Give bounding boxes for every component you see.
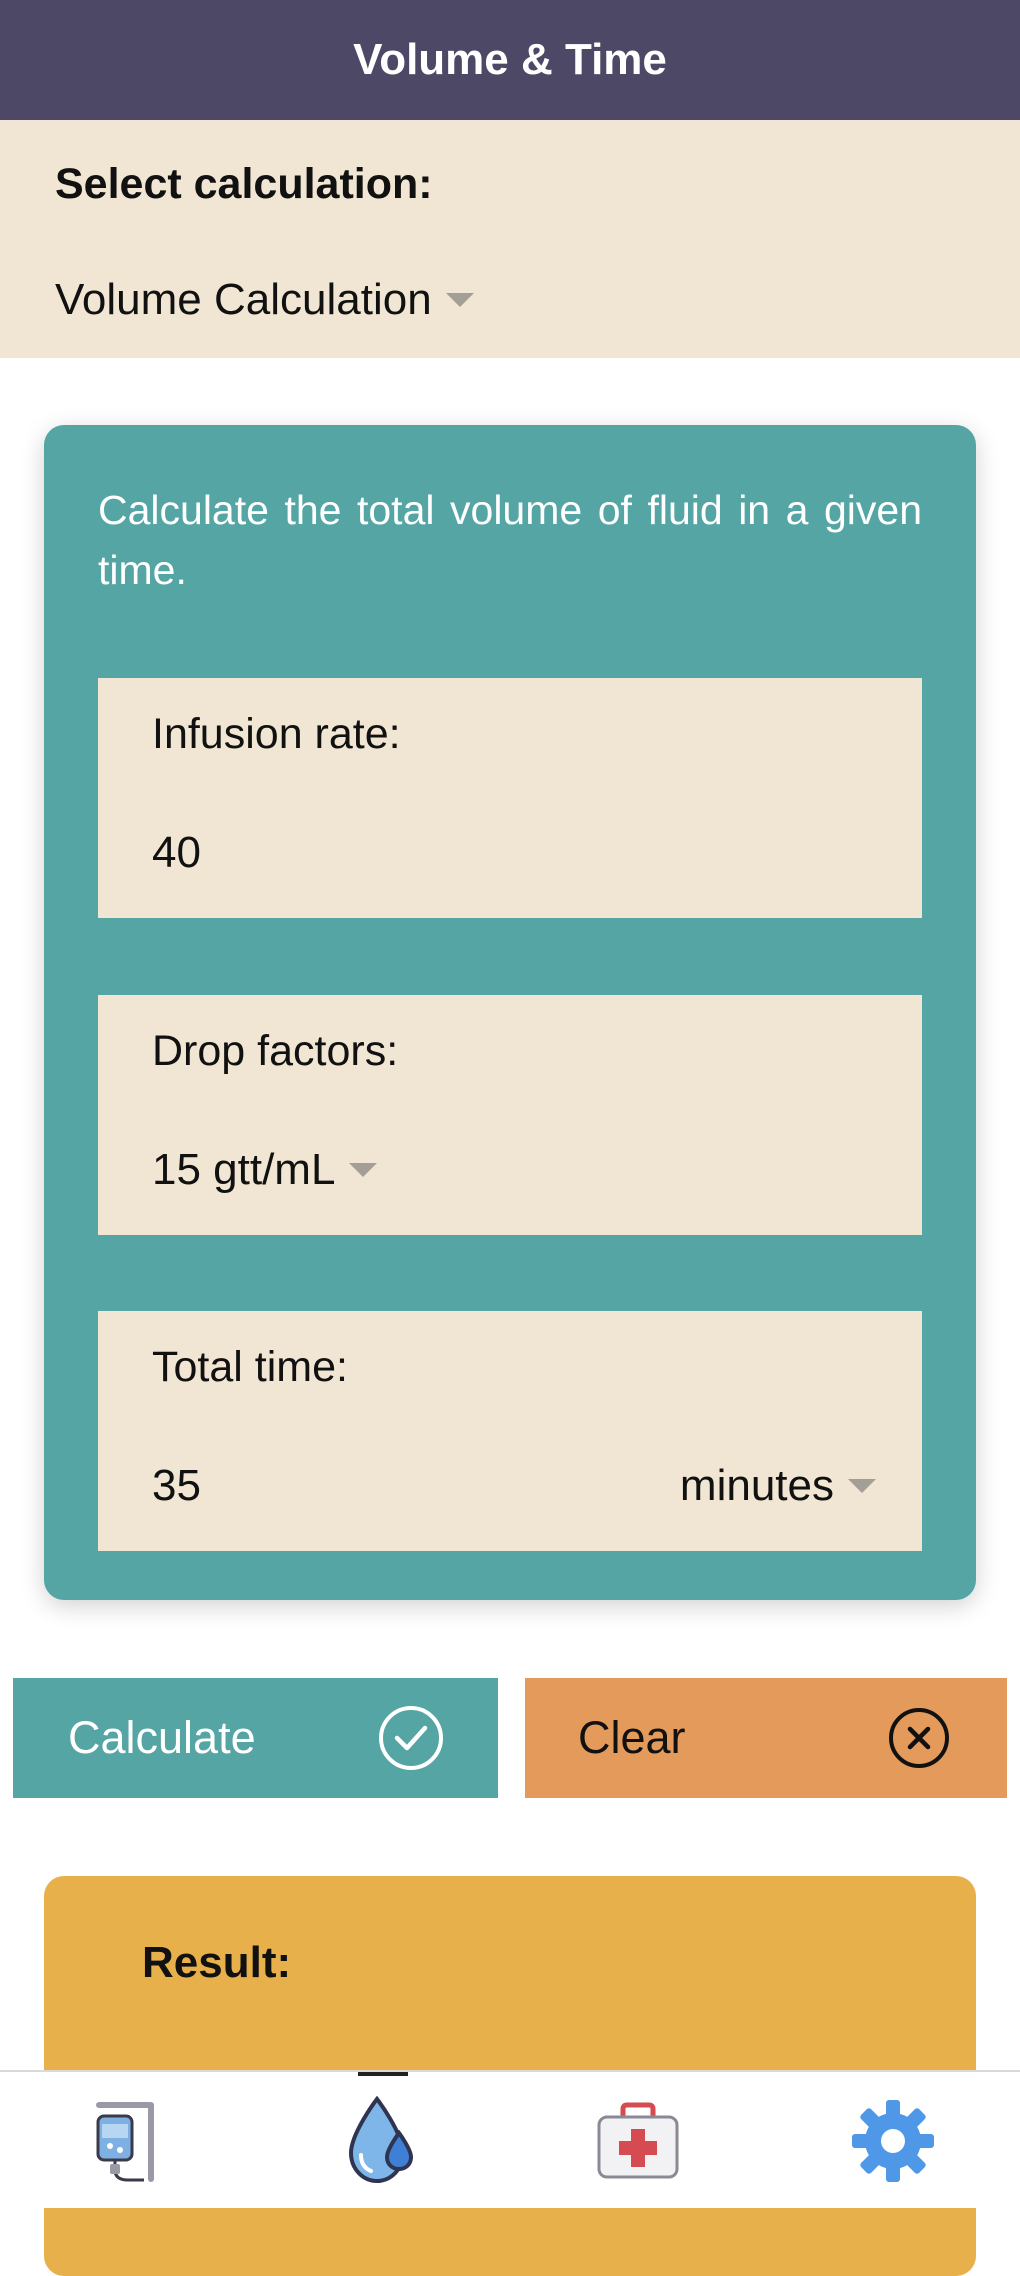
chevron-down-icon xyxy=(848,1479,876,1493)
app-header: Volume & Time xyxy=(0,0,1020,120)
clear-button[interactable]: Clear xyxy=(525,1678,1007,1798)
first-aid-kit-icon xyxy=(597,2102,678,2179)
drop-factors-field[interactable]: Drop factors: 15 gtt/mL xyxy=(98,995,922,1235)
page-title: Volume & Time xyxy=(353,35,667,84)
calculate-button[interactable]: Calculate xyxy=(13,1678,498,1798)
total-time-label: Total time: xyxy=(152,1343,348,1391)
nav-tab-first-aid[interactable] xyxy=(510,2072,765,2210)
calculation-selector-panel: Select calculation: Volume Calculation xyxy=(0,120,1020,358)
calculate-button-label: Calculate xyxy=(68,1712,256,1763)
nav-tab-iv-drip[interactable] xyxy=(0,2072,255,2210)
result-label: Result: xyxy=(142,1938,292,1987)
time-unit-value: minutes xyxy=(679,1461,834,1510)
water-drops-icon xyxy=(348,2095,413,2184)
chevron-down-icon xyxy=(349,1163,378,1177)
chevron-down-icon xyxy=(445,293,474,307)
bottom-navigation xyxy=(0,2070,1020,2208)
infusion-rate-input[interactable]: 40 xyxy=(152,828,201,878)
close-circle-icon xyxy=(889,1708,949,1768)
time-unit-dropdown[interactable]: minutes xyxy=(680,1461,876,1511)
calculation-description: Calculate the total volume of fluid in a… xyxy=(98,487,922,593)
nav-tab-volume[interactable] xyxy=(255,2072,510,2210)
infusion-rate-field[interactable]: Infusion rate: 40 xyxy=(98,678,922,918)
calculation-type-value: Volume Calculation xyxy=(55,275,432,324)
clear-button-label: Clear xyxy=(578,1712,686,1763)
iv-drip-icon xyxy=(95,2102,154,2182)
active-tab-indicator xyxy=(358,2072,408,2076)
drop-factors-value: 15 gtt/mL xyxy=(152,1145,336,1194)
drop-factors-label: Drop factors: xyxy=(152,1027,399,1075)
calculation-card: Calculate the total volume of fluid in a… xyxy=(44,425,976,1600)
check-circle-icon xyxy=(379,1706,443,1770)
select-calculation-label: Select calculation: xyxy=(55,160,433,208)
total-time-field[interactable]: Total time: 35 minutes xyxy=(98,1311,922,1551)
nav-tab-settings[interactable] xyxy=(765,2072,1020,2210)
total-time-input[interactable]: 35 xyxy=(152,1461,201,1511)
infusion-rate-label: Infusion rate: xyxy=(152,710,401,758)
drop-factors-dropdown[interactable]: 15 gtt/mL xyxy=(152,1145,378,1195)
calculation-type-dropdown[interactable]: Volume Calculation xyxy=(55,275,474,325)
gear-icon xyxy=(851,2100,934,2182)
